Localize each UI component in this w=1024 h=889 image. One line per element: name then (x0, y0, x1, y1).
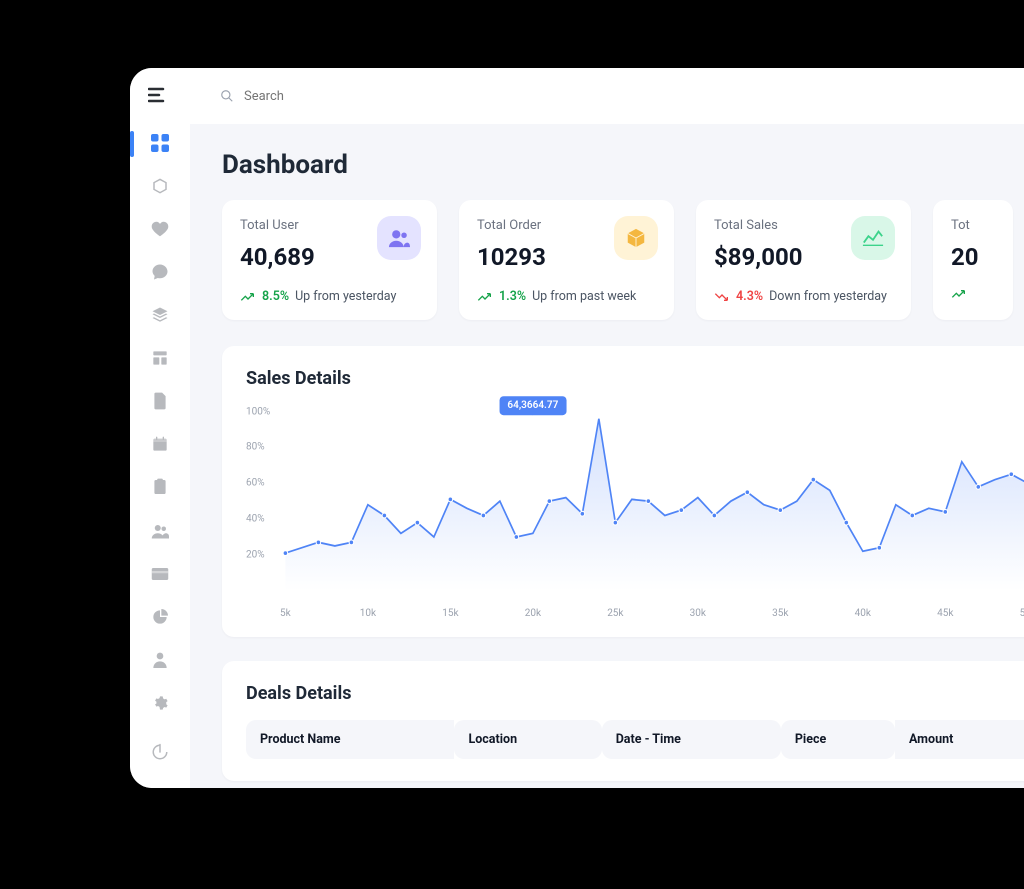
stat-pct: 8.5% (262, 289, 289, 304)
chart-x-tick: 10k (360, 608, 376, 619)
chart-x-tick: 40k (855, 608, 871, 619)
trend-up-icon (951, 289, 967, 299)
chart-icon (851, 216, 895, 260)
chart-x-tick: 5k (280, 608, 291, 619)
sidebar-item-favorites[interactable] (140, 211, 180, 247)
sidebar-item-billing[interactable] (140, 556, 180, 592)
sidebar-item-settings[interactable] (140, 685, 180, 721)
chart-y-tick: 40% (246, 514, 265, 525)
chart-y-tick: 60% (246, 478, 265, 489)
chart-tooltip: 64,3664.77 (499, 396, 566, 415)
sales-details-panel: Sales Details 20% 40% 60% 80% 100% 5k 10k 15k 2… (222, 346, 1024, 637)
chart-y-tick: 80% (246, 442, 265, 453)
table-header-cell[interactable]: Location (454, 720, 601, 759)
sidebar-item-calendar[interactable] (140, 426, 180, 462)
trend-down-icon (714, 292, 730, 302)
stat-label: Tot (951, 218, 995, 233)
app-window: Dashboard Total User 40,689 8.5% Up from… (130, 68, 1024, 788)
chart-x-tick: 50k (1020, 608, 1024, 619)
chart-y-tick: 20% (246, 549, 265, 560)
content-area: Dashboard Total User 40,689 8.5% Up from… (190, 124, 1024, 788)
sidebar-item-products[interactable] (140, 168, 180, 204)
stat-value: 20 (951, 243, 995, 271)
chart-x-tick: 20k (525, 608, 541, 619)
deals-details-panel: Deals Details Product NameLocationDate -… (222, 661, 1024, 781)
trend-up-icon (240, 292, 256, 302)
page-title: Dashboard (222, 150, 1024, 180)
table-header-cell[interactable]: Amount (895, 720, 1024, 759)
stat-cards-row: Total User 40,689 8.5% Up from yesterday… (222, 200, 1024, 320)
cube-icon (614, 216, 658, 260)
search-input[interactable] (244, 89, 444, 104)
sidebar-item-logout[interactable] (140, 734, 180, 770)
stat-delta (951, 289, 995, 299)
sidebar-item-messages[interactable] (140, 254, 180, 290)
sidebar-item-layout[interactable] (140, 340, 180, 376)
stat-card-users[interactable]: Total User 40,689 8.5% Up from yesterday (222, 200, 437, 320)
stat-pct: 4.3% (736, 289, 763, 304)
stat-pct: 1.3% (499, 289, 526, 304)
stat-note: Up from past week (532, 289, 636, 304)
sidebar-item-layers[interactable] (140, 297, 180, 333)
sidebar-item-clipboard[interactable] (140, 469, 180, 505)
sidebar-item-analytics[interactable] (140, 599, 180, 635)
stat-delta: 8.5% Up from yesterday (240, 289, 419, 304)
stat-note: Down from yesterday (769, 289, 887, 304)
deals-table: Product NameLocationDate - TimePieceAmou… (246, 720, 1024, 759)
stat-card-orders[interactable]: Total Order 10293 1.3% Up from past week (459, 200, 674, 320)
stat-note: Up from yesterday (295, 289, 396, 304)
chart-x-tick: 30k (690, 608, 706, 619)
search-icon (220, 89, 234, 103)
panel-title: Deals Details (246, 683, 1024, 704)
table-header-cell[interactable]: Date - Time (602, 720, 781, 759)
sidebar-item-profile[interactable] (140, 642, 180, 678)
panel-title: Sales Details (246, 368, 1024, 389)
chart-x-tick: 35k (772, 608, 788, 619)
users-icon (377, 216, 421, 260)
chart-x-tick: 45k (937, 608, 953, 619)
table-header-row: Product NameLocationDate - TimePieceAmou… (246, 720, 1024, 759)
stat-delta: 4.3% Down from yesterday (714, 289, 893, 304)
sidebar-item-dashboard[interactable] (140, 125, 180, 161)
trend-up-icon (477, 292, 493, 302)
sidebar (130, 68, 190, 788)
table-header-cell[interactable]: Piece (781, 720, 895, 759)
chart-x-tick: 25k (607, 608, 623, 619)
sales-chart[interactable]: 20%40%60%80%100% 5k10k15k20k25k30k35k40k… (246, 405, 1024, 615)
chart-y-tick: 100% (246, 406, 270, 417)
chart-x-tick: 15k (442, 608, 458, 619)
stat-delta: 1.3% Up from past week (477, 289, 656, 304)
table-header-cell[interactable]: Product Name (246, 720, 454, 759)
topbar (190, 68, 1024, 124)
app-logo-icon (148, 86, 172, 109)
stat-card-partial[interactable]: Tot 20 (933, 200, 1013, 320)
sidebar-item-invoice[interactable] (140, 383, 180, 419)
sidebar-item-team[interactable] (140, 512, 180, 548)
stat-card-sales[interactable]: Total Sales $89,000 4.3% Down from yeste… (696, 200, 911, 320)
